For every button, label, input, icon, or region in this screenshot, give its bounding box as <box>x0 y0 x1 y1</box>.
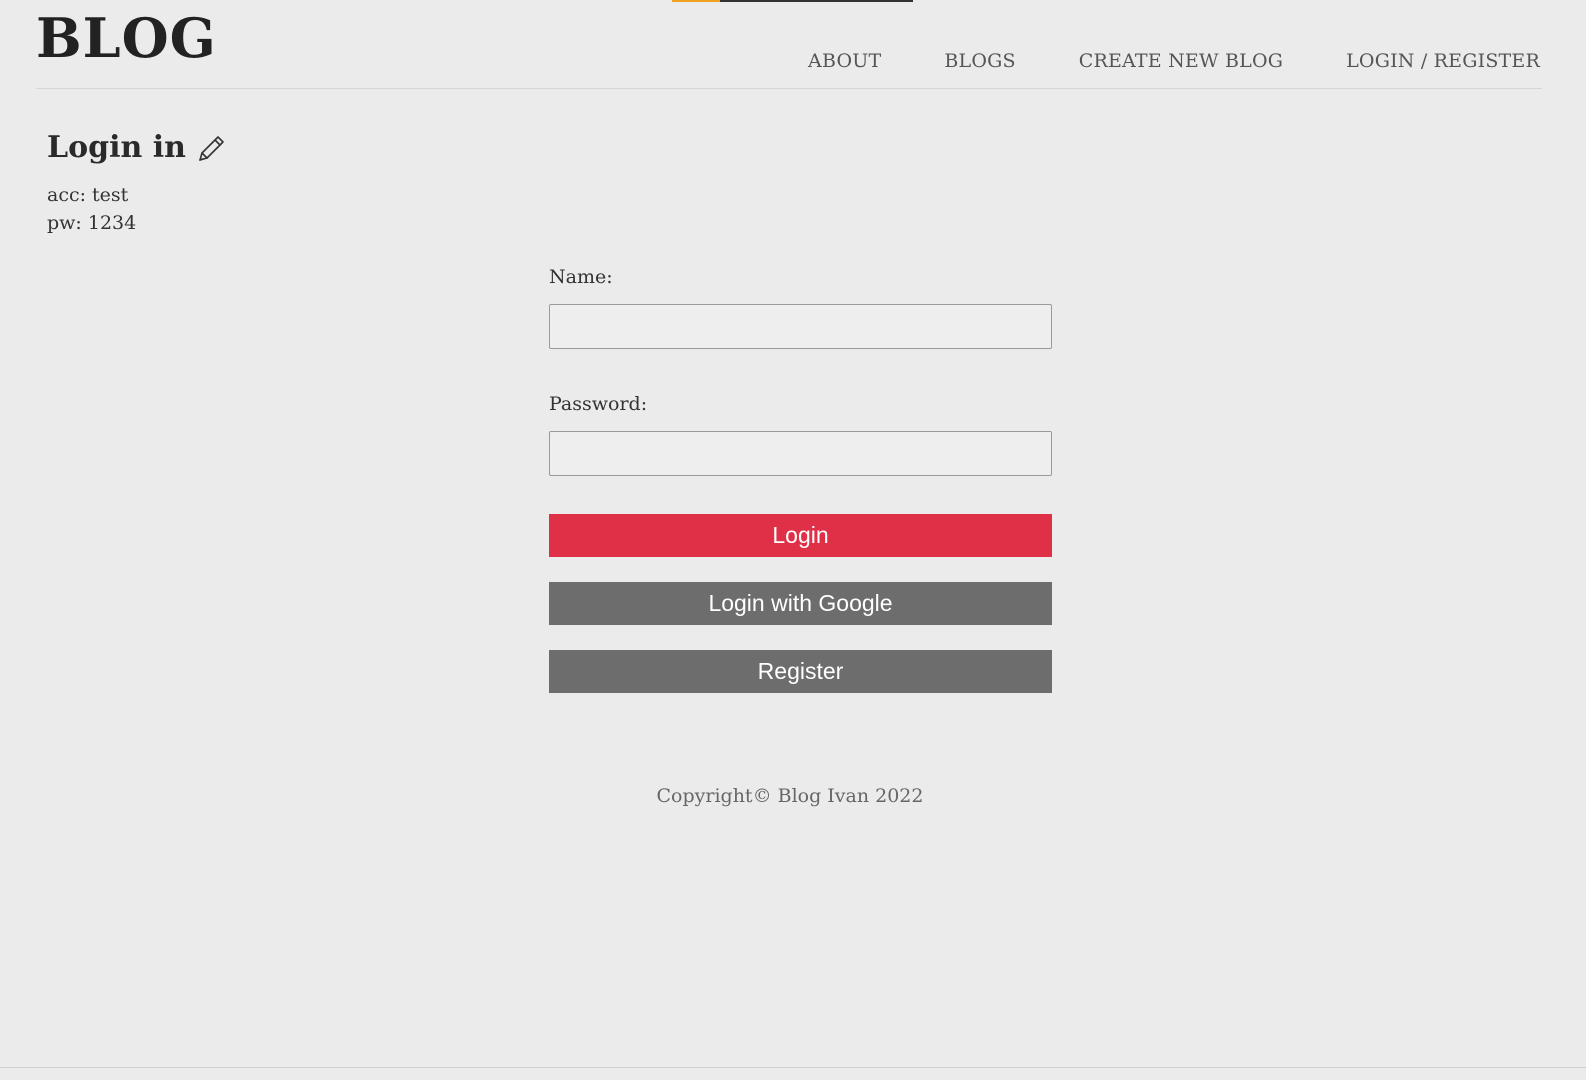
nav-create-new-blog[interactable]: CREATE NEW BLOG <box>1079 50 1283 72</box>
site-header: BLOG ABOUT BLOGS CREATE NEW BLOG LOGIN /… <box>36 0 1542 89</box>
page-heading: Login in <box>47 130 228 165</box>
page-title: Login in <box>47 130 186 165</box>
demo-credentials: acc: test pw: 1234 <box>47 181 136 237</box>
nav-blogs[interactable]: BLOGS <box>944 50 1015 72</box>
login-form: Name: Password: Login Login with Google … <box>549 266 1052 693</box>
nav-about[interactable]: ABOUT <box>808 50 881 72</box>
pencil-icon <box>196 132 228 164</box>
hint-account: acc: test <box>47 184 129 206</box>
name-label: Name: <box>549 266 613 288</box>
password-label: Password: <box>549 393 648 415</box>
password-input[interactable] <box>549 431 1052 476</box>
hint-password: pw: 1234 <box>47 212 137 234</box>
name-input[interactable] <box>549 304 1052 349</box>
login-button[interactable]: Login <box>549 514 1052 557</box>
login-with-google-button[interactable]: Login with Google <box>549 582 1052 625</box>
register-button[interactable]: Register <box>549 650 1052 693</box>
main-nav: ABOUT BLOGS CREATE NEW BLOG LOGIN / REGI… <box>808 50 1540 72</box>
footer-copyright: Copyright© Blog Ivan 2022 <box>656 785 924 807</box>
page-bottom-border <box>0 1067 1586 1068</box>
site-logo[interactable]: BLOG <box>36 6 217 70</box>
nav-login-register[interactable]: LOGIN / REGISTER <box>1346 50 1540 72</box>
